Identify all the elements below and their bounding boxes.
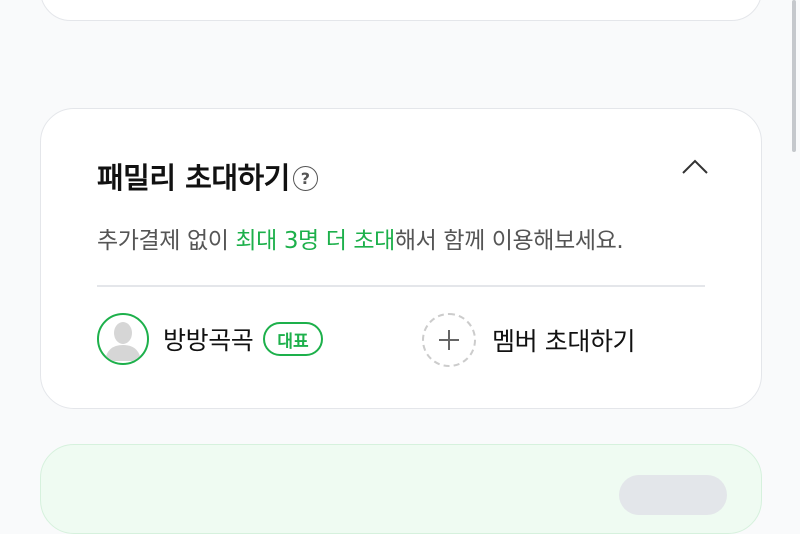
invite-member-label: 멤버 초대하기 <box>492 327 636 356</box>
promo-button[interactable] <box>619 475 727 515</box>
description: 추가결제 없이 최대 3명 더 초대해서 함께 이용해보세요. <box>97 221 624 255</box>
invite-member-button[interactable]: 멤버 초대하기 <box>422 313 636 367</box>
card-title: 패밀리 초대하기 <box>97 161 290 195</box>
description-prefix: 추가결제 없이 <box>97 228 236 254</box>
default-user-avatar-icon <box>97 313 149 365</box>
owner-badge: 대표 <box>263 322 323 356</box>
card-header: 패밀리 초대하기 ? <box>97 155 318 197</box>
scrollbar[interactable] <box>792 0 796 152</box>
member-name: 방방곡곡 <box>163 326 254 355</box>
member-item: 방방곡곡 대표 <box>97 313 323 365</box>
promo-card <box>40 444 762 534</box>
description-highlight: 최대 3명 더 초대 <box>235 228 395 254</box>
plus-icon <box>422 313 476 367</box>
previous-card <box>40 0 762 21</box>
question-circle-icon[interactable]: ? <box>292 165 318 191</box>
description-suffix: 해서 함께 이용해보세요. <box>394 228 624 254</box>
divider <box>97 285 705 287</box>
family-invite-card: 패밀리 초대하기 ? 추가결제 없이 최대 3명 더 초대해서 함께 이용해보세… <box>40 108 762 409</box>
chevron-up-icon[interactable] <box>679 155 711 179</box>
